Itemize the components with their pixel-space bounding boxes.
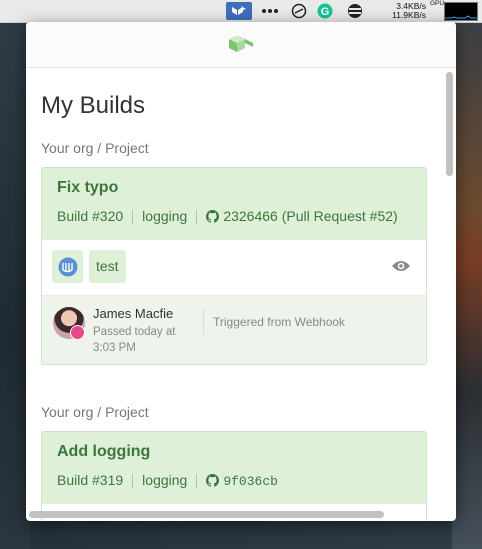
menu-bar: G 3.4KB/s 11.9KB/s GPU (0, 0, 482, 23)
speedometer-icon[interactable] (288, 2, 310, 20)
build-footer: James Macfie Passed today at 3:03 PM Tri… (42, 296, 426, 364)
build-branch: logging (142, 472, 188, 488)
more-icon[interactable] (258, 2, 282, 20)
vpn-globe-icon[interactable] (344, 2, 366, 20)
network-speed-readout: 3.4KB/s 11.9KB/s (384, 2, 426, 20)
build-card-header[interactable]: Fix typo Build #320 logging 2326466 (Pull … (42, 168, 426, 239)
trigger-source: Triggered from Webhook (213, 315, 346, 329)
passed-time: 3:03 PM (93, 342, 136, 354)
org-project-link[interactable]: Your org / Project (41, 140, 149, 156)
gpu-vertical-label: GPU (430, 0, 445, 8)
avatar-badge-icon (70, 325, 85, 340)
build-card[interactable]: Fix typo Build #320 logging 2326466 (Pull … (41, 167, 427, 365)
build-status-time: Passed today at 3:03 PM (93, 324, 198, 356)
build-title[interactable]: Fix typo (57, 179, 411, 197)
desktop-background-right (452, 22, 482, 549)
build-meta: Build #319 logging 9f036cb (57, 470, 411, 493)
grammarly-icon[interactable]: G (314, 2, 336, 20)
build-branch: logging (142, 208, 188, 224)
horizontal-scrollbar[interactable] (29, 511, 384, 518)
svg-text:G: G (321, 6, 330, 18)
build-meta: Build #320 logging 2326466 (Pull Request #… (57, 206, 411, 229)
build-card-header[interactable]: Add logging Build #319 logging 9f036cb (42, 432, 426, 503)
meta-divider (132, 209, 134, 225)
meta-divider (196, 209, 198, 225)
buildkite-logo-icon (229, 35, 253, 52)
build-card[interactable]: Add logging Build #319 logging 9f036cb (41, 431, 427, 521)
activity-graph[interactable] (444, 2, 478, 21)
page-title: My Builds (41, 92, 146, 119)
github-icon (206, 208, 220, 229)
job-agent-icon[interactable] (52, 250, 83, 283)
vertical-scrollbar[interactable] (446, 72, 453, 176)
footer-divider (203, 308, 204, 334)
build-title[interactable]: Add logging (57, 443, 411, 461)
passed-label: Passed today at (93, 326, 176, 338)
commit-ref[interactable]: 9f036cb (223, 474, 278, 489)
net-down-label: 11.9KB/s (392, 10, 426, 20)
meta-divider (132, 473, 134, 489)
build-number: Build #319 (57, 472, 124, 488)
buildkite-menubar-icon[interactable] (226, 2, 252, 20)
build-number: Build #320 (57, 208, 124, 224)
github-icon (206, 472, 220, 493)
eye-icon[interactable] (391, 259, 411, 278)
builds-popover: My Builds Your org / Project Fix typo Bu… (26, 22, 456, 521)
org-project-link[interactable]: Your org / Project (41, 404, 149, 420)
builds-list[interactable]: My Builds Your org / Project Fix typo Bu… (26, 68, 456, 521)
popover-header (26, 22, 456, 68)
commit-ref[interactable]: 2326466 (Pull Request #52) (223, 208, 397, 224)
build-jobs-row: test (42, 239, 426, 296)
meta-divider (196, 473, 198, 489)
author-name: James Macfie (93, 306, 174, 321)
gpu-label: GPU (430, 0, 445, 7)
job-test-label[interactable]: test (89, 250, 126, 283)
